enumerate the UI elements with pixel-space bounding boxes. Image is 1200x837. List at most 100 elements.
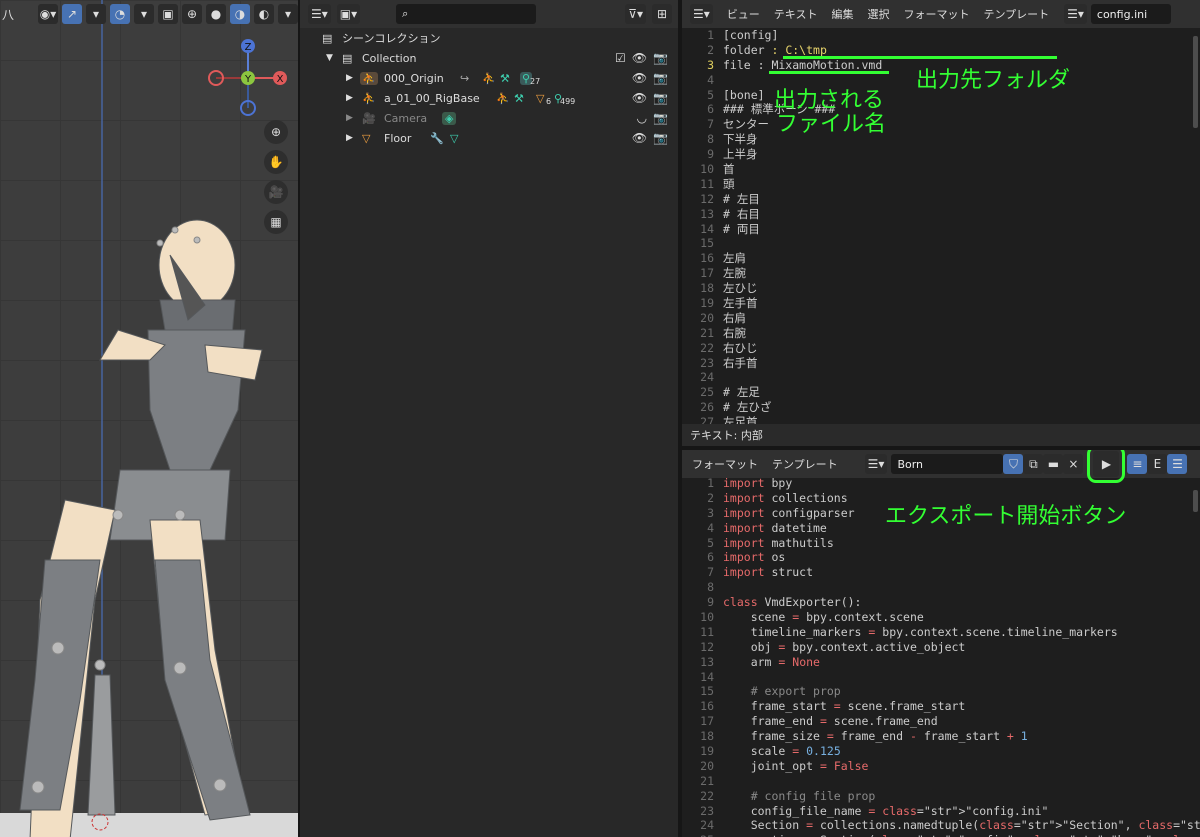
zoom-button[interactable]: ⊕ [264,120,288,144]
code-line[interactable]: 18 frame_size = frame_end - frame_start … [682,729,1192,744]
code-line[interactable]: 7 import struct [682,565,1192,580]
code-line[interactable]: 25 section = Section(class="str">"config… [682,833,1200,837]
shading-dropdown[interactable]: ▾ [278,4,298,24]
scrollbar[interactable] [1193,36,1198,128]
expand-arrow-icon[interactable]: ▶ [346,113,353,123]
duplicate-button[interactable]: ⧉ [1023,454,1044,474]
code-line[interactable]: 1 [config] [682,28,1192,43]
expand-arrow-icon[interactable]: ▶ [346,73,353,83]
code-line[interactable]: 20 joint_opt = False [682,759,1192,774]
character-model[interactable] [0,0,298,837]
editor-type-button[interactable]: ☰▾ [690,4,713,24]
pan-button[interactable]: ✋ [264,150,288,174]
scrollbar[interactable] [1193,490,1198,512]
code-line[interactable]: 15 [682,236,1192,251]
code-line[interactable]: 13 arm = None [682,655,1192,670]
code-line[interactable]: 11 timeline_markers = bpy.context.scene.… [682,625,1192,640]
code-line[interactable]: 7 センター [682,117,1192,132]
code-line[interactable]: 26 # 左ひざ [682,400,1192,415]
render-disabled-icon[interactable]: 📷 [653,111,668,125]
overlay-toggle[interactable]: ◔ [110,4,130,24]
editor-type-button[interactable]: ☰▾ [308,4,331,24]
code-line[interactable]: 17 frame_end = scene.frame_end [682,714,1192,729]
divider[interactable] [682,446,1200,450]
code-line[interactable]: 24 Section = collections.namedtuple(clas… [682,818,1200,833]
code-line[interactable]: 21 右腕 [682,326,1192,341]
render-icon[interactable]: 📷 [653,91,668,105]
outliner[interactable]: ☰▾ ▣▾ ⌕ ⊽▾ ⊞ ▤ シーンコレクション ▼ ▤ Collection … [300,0,678,837]
navigation-gizmo[interactable]: Z Y X [205,38,295,118]
outliner-item-floor[interactable]: ▶ ▽ Floor 🔧 ▽ 👁 📷 [300,128,678,148]
outliner-item-origin[interactable]: ▶ ⛹ 000_Origin ↪ ⛹ ⚒ ⚲ 27 👁 📷 [300,68,678,88]
code-line[interactable]: 14 [682,670,1192,685]
outliner-search[interactable]: ⌕ [396,4,537,24]
menu-format[interactable]: フォーマット [903,6,969,22]
code-line[interactable]: 10 scene = bpy.context.scene [682,610,1192,625]
code-line[interactable]: 17 左腕 [682,266,1192,281]
eye-icon[interactable]: 👁 [632,131,647,145]
shading-rendered[interactable]: ◐ [254,4,274,24]
menu-view[interactable]: ビュー [727,6,760,22]
visibility-dropdown[interactable]: ◉▾ [38,4,58,24]
render-icon[interactable]: 📷 [653,131,668,145]
outliner-item-camera[interactable]: ▶ 🎥 Camera ◈ ◡ 📷 [300,108,678,128]
menu-templates[interactable]: テンプレート [983,6,1049,22]
run-script-button[interactable]: ▶ [1087,450,1126,483]
line-numbers-toggle[interactable]: ≡ [1127,454,1148,474]
code-area[interactable]: 1 import bpy 2 import collections 3 import co… [682,476,1200,837]
code-line[interactable]: 20 右肩 [682,311,1192,326]
menu-select[interactable]: 選択 [867,6,889,22]
collection-row[interactable]: ▼ ▤ Collection ☑ 👁 📷 [300,48,678,68]
text-name-field[interactable]: Born [891,454,1004,474]
code-line[interactable]: 21 [682,774,1192,789]
code-line[interactable]: 23 config_file_name = class="str">"confi… [682,804,1192,819]
unlink-button[interactable]: × [1063,454,1084,474]
eye-icon[interactable]: 👁 [632,51,647,65]
code-line[interactable]: 24 [682,370,1192,385]
code-line[interactable]: 18 左ひじ [682,281,1192,296]
eye-icon[interactable]: 👁 [632,91,647,105]
text-browse-button[interactable]: ☰▾ [864,454,888,474]
ortho-toggle-button[interactable]: ▦ [264,210,288,234]
code-line[interactable]: 22 # config file prop [682,789,1192,804]
code-line[interactable]: 12 obj = bpy.context.active_object [682,640,1192,655]
code-line[interactable]: 9 上半身 [682,147,1192,162]
code-line[interactable]: 13 # 右目 [682,207,1192,222]
outliner-item-rigbase[interactable]: ▶ ⛹ a_01_00_RigBase ⛹ ⚒ ▽ 6 ⚲ 499 👁 📷 [300,88,678,108]
gizmo-dropdown[interactable]: ▾ [86,4,106,24]
code-line[interactable]: 15 # export prop [682,684,1192,699]
code-line[interactable]: 1 import bpy [682,476,1192,491]
fake-user-button[interactable]: ⛉ [1003,454,1024,474]
expand-arrow-icon[interactable]: ▶ [346,93,353,103]
code-line[interactable]: 8 下半身 [682,132,1192,147]
shading-solid[interactable]: ● [206,4,226,24]
code-line[interactable]: 16 左肩 [682,251,1192,266]
checkbox-icon[interactable]: ☑ [615,51,626,65]
camera-view-button[interactable]: 🎥 [264,180,288,204]
eye-icon[interactable]: 👁 [632,71,647,85]
new-collection-button[interactable]: ⊞ [652,4,672,24]
gizmo-toggle[interactable]: ↗ [62,4,82,24]
menu-text[interactable]: テキスト [774,6,818,22]
code-line[interactable]: 14 # 両目 [682,222,1192,237]
syntax-highlight-toggle[interactable]: ☰ [1167,454,1188,474]
code-line[interactable]: 11 頭 [682,177,1192,192]
text-browse-button[interactable]: ☰▾ [1064,4,1087,24]
shading-material[interactable]: ◑ [230,4,250,24]
code-line[interactable]: 10 首 [682,162,1192,177]
word-wrap-toggle[interactable]: E [1147,454,1168,474]
text-editor-config[interactable]: ☰▾ ビュー テキスト 編集 選択 フォーマット テンプレート ☰▾ confi… [682,0,1200,446]
shading-wireframe[interactable]: ⊕ [182,4,202,24]
scene-collection-row[interactable]: ▤ シーンコレクション [300,28,678,48]
code-line[interactable]: 23 右手首 [682,356,1192,371]
overlay-dropdown[interactable]: ▾ [134,4,154,24]
divider[interactable] [298,0,300,837]
code-line[interactable]: 16 frame_start = scene.frame_start [682,699,1192,714]
menu-templates[interactable]: テンプレート [772,456,838,472]
expand-arrow-icon[interactable]: ▶ [346,133,353,143]
code-line[interactable]: 6 import os [682,550,1192,565]
render-icon[interactable]: 📷 [653,51,668,65]
xray-toggle[interactable]: ▣ [158,4,178,24]
expand-arrow-icon[interactable]: ▼ [326,53,333,63]
text-editor-script[interactable]: フォーマット テンプレート ☰▾ Born ⛉ ⧉ ▬ × ▶ ≡ E ☰ 1i… [682,450,1200,837]
